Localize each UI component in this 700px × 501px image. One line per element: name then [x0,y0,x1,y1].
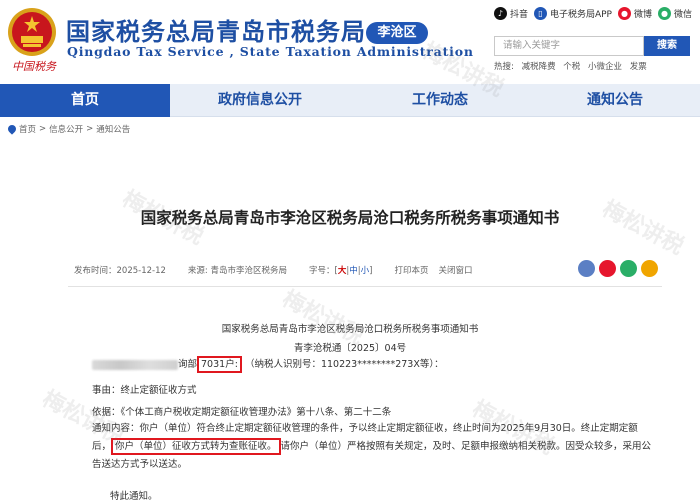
article-title: 国家税务总局青岛市李沧区税务局沧口税务所税务事项通知书 [140,209,560,227]
breadcrumb-notices[interactable]: 通知公告 [96,123,130,135]
top-link-label: 电子税务局APP [549,10,612,20]
font-size-small[interactable]: 小 [361,266,370,276]
redacted-text [92,359,178,370]
weibo-icon: ● [617,7,631,20]
top-link-weibo[interactable]: ● 微博 [617,7,652,20]
wechat-icon: ● [657,7,671,20]
addressee-line: 询部 7031户: （纳税人识别号：110223********273X等）： [92,356,444,373]
reason-line: 事由：终止定额征收方式 [92,385,197,396]
site-title: 国家税务总局青岛市税务局 [66,18,366,46]
site-header: 国家税务总局青岛市税务局 Qingdao Tax Service , State… [0,0,700,84]
location-pin-icon [6,123,18,135]
share-icon[interactable] [578,260,595,277]
hot-search-term[interactable]: 小微企业 [588,62,622,72]
hot-search-term[interactable]: 减税降费 [522,62,556,72]
breadcrumb: 首页 > 信息公开 > 通知公告 [6,123,130,135]
weibo-share-icon[interactable] [599,260,616,277]
nav-work-news[interactable]: 工作动态 [350,84,530,117]
print-link[interactable]: 打印本页 [394,264,428,276]
site-title-english: Qingdao Tax Service , State Taxation Adm… [67,44,474,59]
font-size-medium[interactable]: 中 [349,266,358,276]
nav-gov-info[interactable]: 政府信息公开 [170,84,350,117]
breadcrumb-info[interactable]: 信息公开 [49,123,83,135]
breadcrumb-home[interactable]: 首页 [19,123,36,135]
top-links: ♪ 抖音 ▯ 电子税务局APP ● 微博 ● 微信 [493,7,692,20]
publish-date: 发布时间：2025-12-12 [74,266,166,276]
highlight-collection-method: 你户（单位）征收方式转为查账征收。 [111,438,281,455]
top-link-app[interactable]: ▯ 电子税务局APP [533,7,612,20]
article-meta: 发布时间：2025-12-12 来源: 青岛市李沧区税务局 字号：[大|中|小]… [74,264,494,276]
hot-search-term[interactable]: 发票 [630,62,647,72]
top-link-label: 微博 [633,10,652,20]
top-link-label: 抖音 [509,10,528,20]
tiktok-icon: ♪ [493,7,507,20]
font-size-label: 字号： [308,266,335,276]
top-link-label: 微信 [673,10,692,20]
national-emblem-icon [8,8,56,56]
doc-heading: 国家税务总局青岛市李沧区税务局沧口税务所税务事项通知书 [221,324,479,335]
highlight-count: 7031户: [197,356,242,373]
basis-line: 依据：《个体工商户税收定期定额征收管理办法》第十八条、第二十二条 [92,407,392,418]
main-nav: 首页 政府信息公开 工作动态 通知公告 [0,84,700,117]
top-link-wechat[interactable]: ● 微信 [657,7,692,20]
addressee-name: 询部 [178,359,198,370]
district-badge[interactable]: 李沧区 [366,22,428,44]
article-source: 来源: 青岛市李沧区税务局 [187,266,287,276]
hot-search: 热搜: 减税降费 个税 小微企业 发票 [494,60,652,72]
search-input[interactable]: 请输入关键字 [494,36,644,56]
font-size-switcher: 字号：[大|中|小] [308,266,373,276]
notice-content: 通知内容：你户（单位）符合终止定期定额征收管理的条件，予以终止定期定额征收，终止… [92,420,652,474]
nav-notices[interactable]: 通知公告 [530,84,700,117]
china-tax-signature: 中国税务 [12,60,56,73]
nav-home[interactable]: 首页 [0,84,170,117]
top-link-tiktok[interactable]: ♪ 抖音 [493,7,528,20]
close-window-link[interactable]: 关闭窗口 [438,264,472,276]
share-buttons [578,260,658,277]
addressee-tail: （纳税人识别号：110223********273X等）： [244,359,444,370]
hot-search-term[interactable]: 个税 [563,62,580,72]
hot-search-label: 热搜: [494,62,514,72]
phone-app-icon: ▯ [533,7,547,20]
doc-number: 青李沧税通〔2025〕04号 [293,343,407,354]
font-size-large[interactable]: 大 [338,266,347,276]
wechat-share-icon[interactable] [620,260,637,277]
search-button[interactable]: 搜索 [644,36,690,56]
qzone-share-icon[interactable] [641,260,658,277]
divider [68,286,662,287]
closing-line: 特此通知。 [110,491,158,501]
